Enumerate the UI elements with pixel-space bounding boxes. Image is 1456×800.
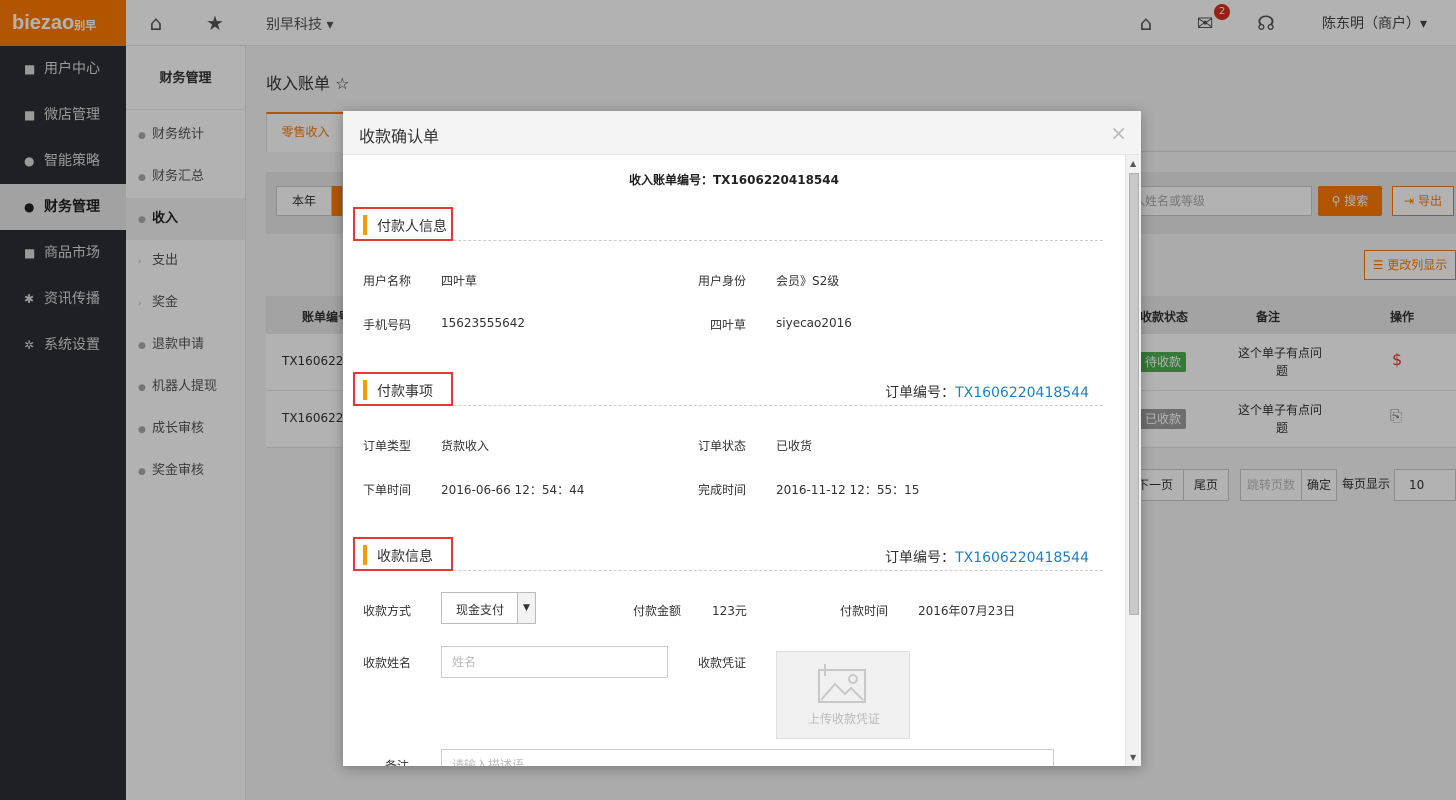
- identity-value: 会员》S2级: [776, 274, 840, 288]
- image-upload-icon: [818, 664, 866, 703]
- order-done-value: 2016-11-12 12：55：15: [776, 483, 920, 497]
- voucher-label: 收款凭证: [698, 656, 747, 670]
- receiver-name-label: 收款姓名: [363, 656, 412, 670]
- bill-number: 收入账单编号：TX1606220418544: [629, 173, 839, 187]
- scroll-up-icon[interactable]: ▲: [1130, 159, 1136, 168]
- payment-confirm-modal: 收款确认单 × 收入账单编号：TX1606220418544 付款人信息 用户名…: [343, 111, 1141, 766]
- chevron-down-icon[interactable]: ▼: [517, 593, 535, 623]
- payment-method-select[interactable]: 现金支付 ▼: [441, 592, 536, 624]
- order-status-label: 订单状态: [698, 439, 747, 453]
- phone-value: 15623555642: [441, 316, 525, 330]
- order-status-value: 已收货: [776, 439, 813, 453]
- receipt-info-section: 收款信息 订单编号：TX1606220418544: [353, 537, 1103, 571]
- order-number: 订单编号：TX1606220418544: [885, 550, 1089, 566]
- amount-label: 付款金额: [633, 604, 682, 618]
- order-done-label: 完成时间: [698, 483, 747, 497]
- modal-body: 收入账单编号：TX1606220418544 付款人信息 用户名称 四叶草 用户…: [343, 155, 1125, 766]
- identity-label: 用户身份: [698, 274, 747, 288]
- order-type-value: 货款收入: [441, 439, 490, 453]
- scroll-down-icon[interactable]: ▼: [1130, 753, 1136, 762]
- payment-method-label: 收款方式: [363, 604, 412, 618]
- payment-method-value: 现金支付: [456, 603, 505, 617]
- remark-textarea[interactable]: 请输入描述语: [441, 749, 1054, 766]
- section-title: 付款事项: [353, 372, 453, 406]
- remark-label: 备注: [385, 759, 410, 766]
- payment-time-label: 付款时间: [840, 604, 889, 618]
- user-name-value: 四叶草: [441, 274, 478, 288]
- alias-value: siyecao2016: [776, 316, 852, 330]
- receiver-name-input[interactable]: 姓名: [441, 646, 668, 678]
- scrollbar-thumb[interactable]: [1129, 173, 1139, 615]
- voucher-upload[interactable]: 上传收款凭证: [776, 651, 910, 739]
- order-type-label: 订单类型: [363, 439, 412, 453]
- amount-value: 123元: [712, 604, 747, 618]
- order-created-value: 2016-06-66 12：54：44: [441, 483, 585, 497]
- alias-label: 四叶草: [710, 318, 747, 332]
- order-number: 订单编号：TX1606220418544: [885, 385, 1089, 401]
- upload-text: 上传收款凭证: [807, 712, 880, 726]
- payer-info-section: 付款人信息: [353, 207, 1103, 241]
- payment-time-value: 2016年07月23日: [918, 604, 1016, 618]
- modal-scrollbar[interactable]: ▲ ▼: [1125, 155, 1141, 766]
- modal-title: 收款确认单: [359, 127, 440, 146]
- phone-label: 手机号码: [363, 318, 412, 332]
- close-icon[interactable]: ×: [1110, 121, 1127, 145]
- payment-item-section: 付款事项 订单编号：TX1606220418544: [353, 372, 1103, 406]
- section-title: 收款信息: [353, 537, 453, 571]
- section-title: 付款人信息: [353, 207, 453, 241]
- order-created-label: 下单时间: [363, 483, 412, 497]
- user-name-label: 用户名称: [363, 274, 412, 288]
- modal-header: 收款确认单 ×: [343, 111, 1141, 155]
